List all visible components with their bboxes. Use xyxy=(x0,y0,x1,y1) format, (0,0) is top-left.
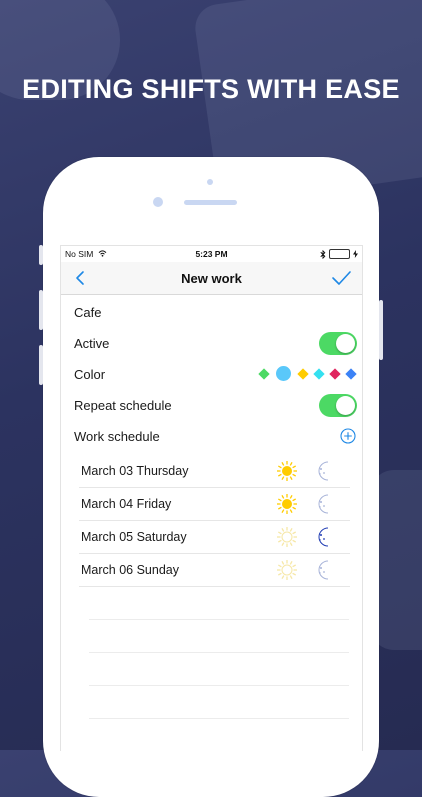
schedule-list: March 03 Thursday March 04 Friday March … xyxy=(61,455,362,587)
phone-speaker xyxy=(184,200,237,205)
work-name-field[interactable]: Cafe xyxy=(61,297,362,328)
work-schedule-label: Work schedule xyxy=(74,429,160,444)
color-swatches xyxy=(258,366,357,381)
schedule-date: March 05 Saturday xyxy=(81,530,187,544)
empty-row-line xyxy=(89,620,349,653)
schedule-row: March 06 Sunday xyxy=(79,554,350,587)
empty-rows xyxy=(61,587,362,751)
toggle-knob xyxy=(336,396,355,415)
phone-volume-up xyxy=(39,290,43,330)
active-toggle[interactable] xyxy=(319,332,357,355)
schedule-row: March 05 Saturday xyxy=(79,521,350,554)
work-schedule-row: Work schedule xyxy=(61,421,362,452)
status-bar: No SIM 5:23 PM xyxy=(61,246,362,262)
headline: EDITING SHIFTS WITH EASE xyxy=(22,74,400,104)
sun-icon-active[interactable] xyxy=(276,460,298,482)
color-row: Color xyxy=(61,359,362,390)
phone-volume-down xyxy=(39,345,43,385)
moon-icon[interactable] xyxy=(315,559,337,581)
phone-camera xyxy=(153,197,163,207)
color-swatch[interactable] xyxy=(329,367,341,380)
color-swatch-selected[interactable] xyxy=(276,366,291,381)
schedule-date: March 06 Sunday xyxy=(81,563,179,577)
moon-icon[interactable] xyxy=(315,460,337,482)
battery-icon xyxy=(329,249,350,259)
bluetooth-icon xyxy=(320,249,326,259)
color-swatch[interactable] xyxy=(313,367,325,380)
active-label: Active xyxy=(74,336,110,351)
color-swatch[interactable] xyxy=(345,367,357,380)
checkmark-save-icon[interactable] xyxy=(330,268,352,288)
charging-icon xyxy=(353,250,358,258)
schedule-date: March 03 Thursday xyxy=(81,464,189,478)
empty-row-line xyxy=(89,587,349,620)
phone-power-button xyxy=(379,300,383,360)
color-swatch[interactable] xyxy=(258,367,270,380)
schedule-row: March 03 Thursday xyxy=(79,455,350,488)
phone-sensor xyxy=(207,179,213,185)
phone-side-button xyxy=(39,245,43,265)
add-circle-icon[interactable] xyxy=(340,428,356,444)
work-name-value[interactable]: Cafe xyxy=(74,305,101,320)
sun-icon[interactable] xyxy=(276,526,298,548)
active-row: Active xyxy=(61,328,362,359)
repeat-schedule-label: Repeat schedule xyxy=(74,398,172,413)
color-swatch[interactable] xyxy=(297,367,309,380)
status-time: 5:23 PM xyxy=(195,249,228,259)
moon-icon[interactable] xyxy=(315,493,337,515)
sun-icon[interactable] xyxy=(276,559,298,581)
empty-row-line xyxy=(89,686,349,719)
empty-row-line xyxy=(89,719,349,751)
toggle-knob xyxy=(336,334,355,353)
schedule-date: March 04 Friday xyxy=(81,497,172,511)
repeat-schedule-row: Repeat schedule xyxy=(61,390,362,421)
page-title: New work xyxy=(181,271,242,286)
sun-icon-active[interactable] xyxy=(276,493,298,515)
app-screen: No SIM 5:23 PM New work Cafe Active Colo… xyxy=(60,245,363,751)
empty-row-line xyxy=(89,653,349,686)
color-label: Color xyxy=(74,367,106,382)
repeat-schedule-toggle[interactable] xyxy=(319,394,357,417)
status-right xyxy=(320,249,358,259)
moon-icon-active[interactable] xyxy=(315,526,337,548)
navigation-bar: New work xyxy=(61,262,362,295)
schedule-row: March 04 Friday xyxy=(79,488,350,521)
